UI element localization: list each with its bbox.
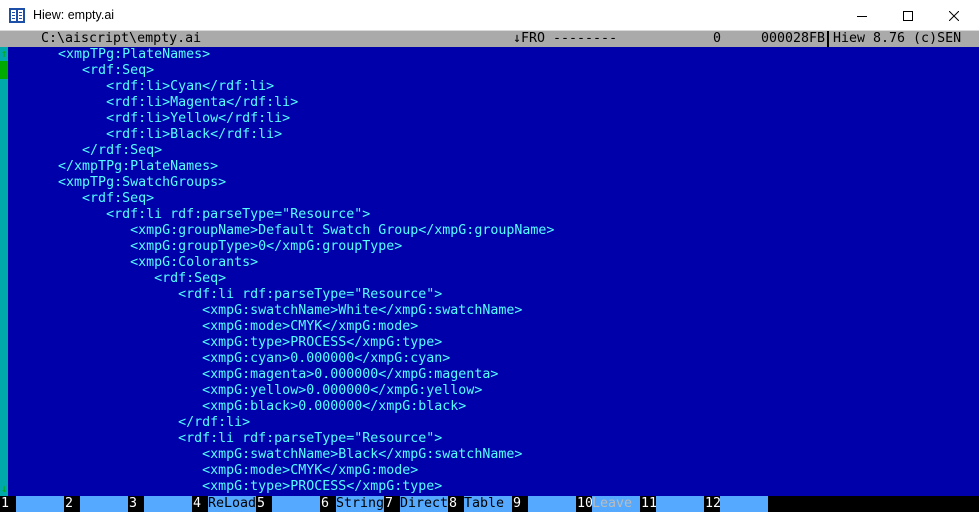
fkey-label <box>656 496 704 512</box>
text-line: <xmpG:mode>CMYK</xmpG:mode> <box>10 463 419 478</box>
fkey-label <box>16 496 64 512</box>
fkey-number: 10 <box>576 496 594 512</box>
fkey-number: 1 <box>0 496 16 512</box>
minimize-button[interactable] <box>839 0 885 31</box>
app-version: Hiew 8.76 (c)SEN <box>833 31 962 46</box>
window-title: Hiew: empty.ai <box>33 8 115 22</box>
fkey-label <box>528 496 576 512</box>
text-line: <xmpG:Colorants> <box>10 255 259 270</box>
fkey-number: 5 <box>256 496 272 512</box>
fkey-label: String <box>336 496 384 512</box>
text-line: <rdf:li>Yellow</rdf:li> <box>10 111 291 126</box>
maximize-button[interactable] <box>885 0 931 31</box>
file-path: C:\aiscript\empty.ai <box>41 31 202 46</box>
text-line: <rdf:li rdf:parseType="Resource"> <box>10 287 443 302</box>
cursor-offset: 0 <box>713 31 722 46</box>
close-icon <box>949 10 959 21</box>
text-line: <xmpG:swatchName>White</xmpG:swatchName> <box>10 303 523 318</box>
fkey-number: 7 <box>384 496 400 512</box>
text-line: <rdf:li>Black</rdf:li> <box>10 127 283 142</box>
status-bar: C:\aiscript\empty.ai ↓FRO -------- 0 000… <box>0 31 979 47</box>
fkey-label: ReLoad <box>208 496 256 512</box>
status-separator <box>827 31 829 47</box>
text-line: <xmpG:black>0.000000</xmpG:black> <box>10 399 467 414</box>
text-line: </rdf:li> <box>10 415 251 430</box>
fkey-number: 8 <box>448 496 464 512</box>
fkey-number: 12 <box>704 496 722 512</box>
maximize-icon <box>903 10 913 21</box>
text-line: <xmpG:type>PROCESS</xmpG:type> <box>10 335 443 350</box>
text-line: <xmpTPg:SwatchGroups> <box>10 175 227 190</box>
fkey-number: 9 <box>512 496 528 512</box>
text-line: <rdf:Seq> <box>10 191 155 206</box>
text-line: <rdf:li>Cyan</rdf:li> <box>10 79 275 94</box>
text-line: <xmpG:type>PROCESS</xmpG:type> <box>10 479 443 494</box>
text-line: </rdf:Seq> <box>10 143 163 158</box>
text-line: <rdf:li rdf:parseType="Resource"> <box>10 431 443 446</box>
text-line: <xmpG:swatchName>Black</xmpG:swatchName> <box>10 447 523 462</box>
terminal-area[interactable]: C:\aiscript\empty.ai ↓FRO -------- 0 000… <box>0 31 979 512</box>
fkey-number: 4 <box>192 496 208 512</box>
text-line: <xmpG:mode>CMYK</xmpG:mode> <box>10 319 419 334</box>
text-line: </xmpTPg:PlateNames> <box>10 159 219 174</box>
fkey-label: Direct <box>400 496 448 512</box>
view-mode: ↓FRO -------- <box>513 31 618 46</box>
file-content[interactable]: <xmpTPg:PlateNames> <rdf:Seq> <rdf:li>Cy… <box>0 47 979 496</box>
fkey-label <box>144 496 192 512</box>
function-key-bar: 12 11 10 Leave 9 8 Table 7 Direct 6 String 5 4 ReLoad… <box>0 496 979 512</box>
text-line: <xmpG:groupType>0</xmpG:groupType> <box>10 239 403 254</box>
text-line: <rdf:li rdf:parseType="Resource"> <box>10 207 371 222</box>
fkey-bar-tail <box>768 496 979 512</box>
text-line: <xmpG:yellow>0.000000</xmpG:yellow> <box>10 383 483 398</box>
text-line: <xmpG:magenta>0.000000</xmpG:magenta> <box>10 367 499 382</box>
text-line: <rdf:li>Magenta</rdf:li> <box>10 95 299 110</box>
text-line: <xmpG:cyan>0.000000</xmpG:cyan> <box>10 351 451 366</box>
text-line: <rdf:Seq> <box>10 63 155 78</box>
close-button[interactable] <box>931 0 977 31</box>
hiew-app-icon <box>9 8 25 23</box>
fkey-label <box>80 496 128 512</box>
file-size: 000028FB <box>761 31 826 46</box>
fkey-label: Table <box>464 496 512 512</box>
fkey-number: 3 <box>128 496 144 512</box>
fkey-number: 11 <box>640 496 658 512</box>
fkey-label: Leave <box>592 496 640 512</box>
fkey-number: 2 <box>64 496 80 512</box>
fkey-number: 6 <box>320 496 336 512</box>
text-line: <xmpTPg:PlateNames> <box>10 47 211 62</box>
fkey-label <box>272 496 320 512</box>
window-titlebar[interactable]: Hiew: empty.ai <box>0 0 979 31</box>
text-line: <xmpG:groupName>Default Swatch Group</xm… <box>10 223 555 238</box>
fkey-label <box>720 496 768 512</box>
text-line: <rdf:Seq> <box>10 271 227 286</box>
minimize-icon <box>857 15 867 17</box>
